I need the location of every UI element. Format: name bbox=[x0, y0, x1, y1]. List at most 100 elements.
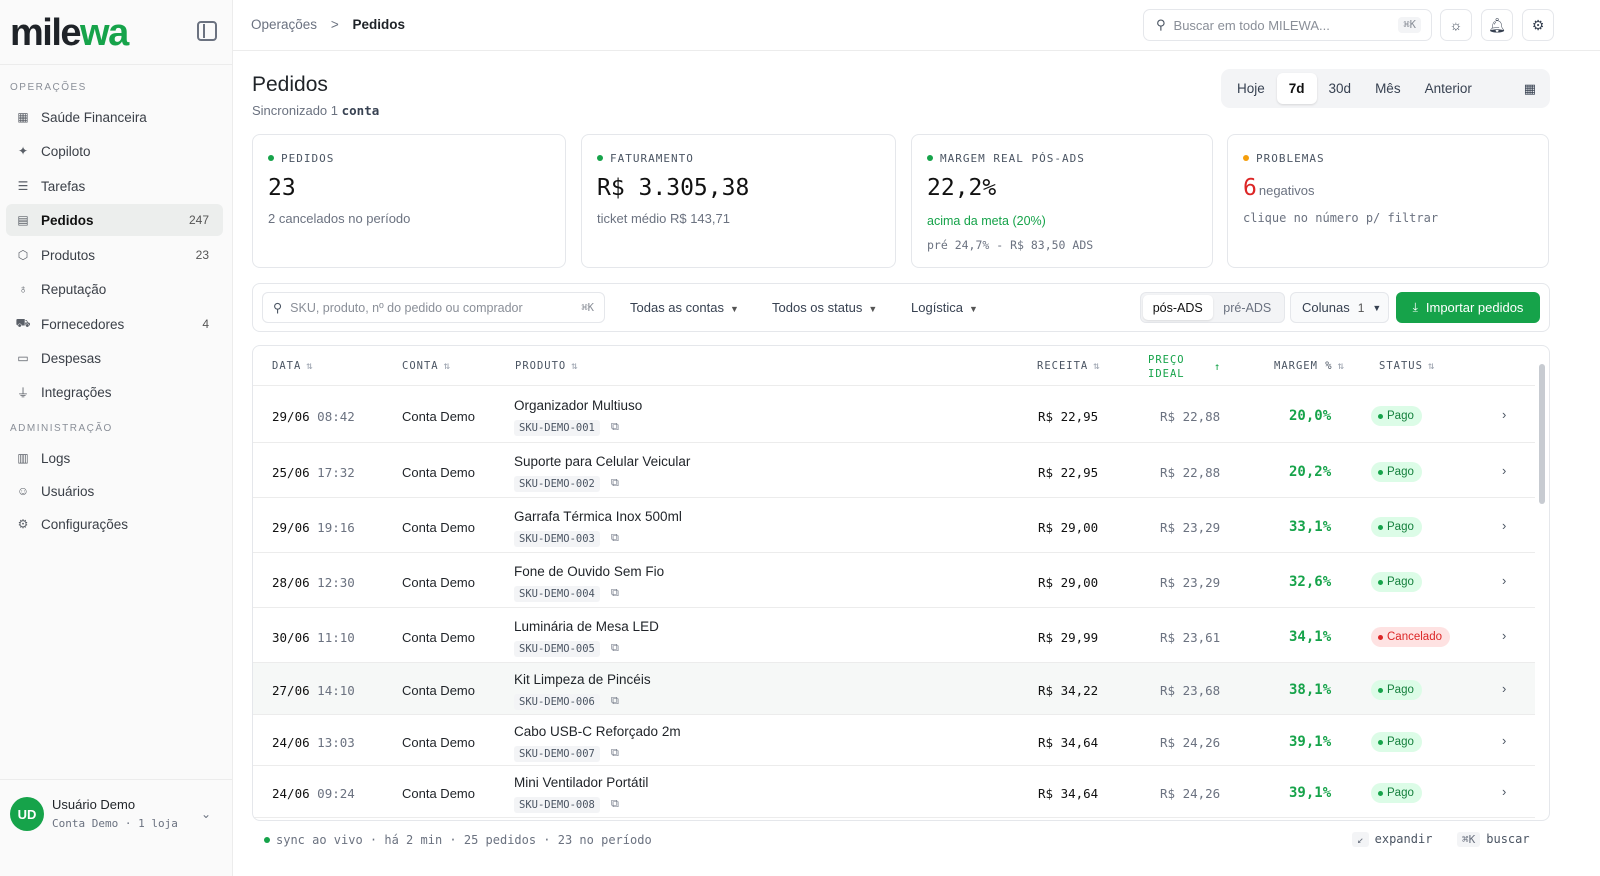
period-hoje[interactable]: Hoje bbox=[1225, 73, 1277, 104]
chevron-down-icon[interactable]: ⌄ bbox=[201, 807, 211, 821]
table-row[interactable]: 29/06 19:16 Conta Demo Garrafa Térmica Ino… bbox=[253, 498, 1535, 553]
chevron-right-icon[interactable]: › bbox=[1502, 681, 1506, 696]
sidebar-item-logs[interactable]: ▥ Logs bbox=[6, 442, 223, 474]
kpi-value: R$ 3.305,38 bbox=[597, 175, 750, 201]
copy-icon[interactable]: ⧉ bbox=[611, 532, 619, 545]
table-row[interactable]: 30/06 11:10 Conta Demo Luminária de Mesa L… bbox=[253, 608, 1535, 663]
cell-product[interactable]: Kit Limpeza de Pincéis bbox=[514, 672, 651, 687]
section-label-admin: ADMINISTRAÇÃO bbox=[10, 423, 113, 434]
cell-product[interactable]: Suporte para Celular Veicular bbox=[514, 454, 690, 469]
settings-button[interactable]: ⚙ bbox=[1522, 9, 1554, 41]
cell-account: Conta Demo bbox=[402, 465, 475, 480]
copy-icon[interactable]: ⧉ bbox=[611, 421, 619, 434]
sidebar-item-saude-financeira[interactable]: ▦ Saúde Financeira bbox=[6, 101, 223, 133]
status-dot bbox=[1378, 790, 1383, 796]
brand-logo[interactable]: milewa bbox=[10, 12, 129, 55]
breadcrumb-parent[interactable]: Operações bbox=[251, 17, 317, 32]
global-search-input[interactable]: ⚲ Buscar em todo MILEWA... ⌘K bbox=[1143, 9, 1432, 41]
sidebar-item-integracoes[interactable]: ⏚ Integrações bbox=[6, 376, 223, 408]
table-row[interactable]: 28/06 12:30 Conta Demo Fone de Ouvido Sem … bbox=[253, 553, 1535, 608]
sync-status: sync ao vivo · há 2 min · 25 pedidos · 2… bbox=[264, 833, 652, 847]
copy-icon[interactable]: ⧉ bbox=[611, 642, 619, 655]
cell-product[interactable]: Luminária de Mesa LED bbox=[514, 619, 659, 634]
status-badge: Pago bbox=[1371, 517, 1422, 537]
logistics-dropdown[interactable]: Logística ▼ bbox=[911, 300, 978, 315]
kpi-card-problemas[interactable]: PROBLEMAS 6 negativos clique no número p/… bbox=[1227, 134, 1549, 268]
chevron-right-icon[interactable]: › bbox=[1502, 628, 1506, 643]
collapse-sidebar-icon[interactable] bbox=[197, 21, 217, 41]
sync-text: Sincronizado 1 bbox=[252, 103, 338, 118]
sidebar-item-reputacao[interactable]: ♁ Reputação bbox=[6, 273, 223, 305]
sidebar-item-fornecedores[interactable]: ⛟ Fornecedores 4 bbox=[6, 308, 223, 340]
table-row[interactable]: 24/06 09:24 Conta Demo Mini Ventilador Por… bbox=[253, 766, 1535, 818]
copy-icon[interactable]: ⧉ bbox=[611, 587, 619, 600]
orders-search-input[interactable]: ⚲ SKU, produto, nº do pedido ou comprado… bbox=[262, 292, 605, 323]
grid-icon: ▦ bbox=[17, 110, 29, 124]
sidebar-item-label: Produtos bbox=[41, 247, 96, 263]
table-row[interactable]: 25/06 17:32 Conta Demo Suporte para Celula… bbox=[253, 443, 1535, 498]
calendar-icon[interactable]: ▦ bbox=[1524, 81, 1536, 97]
period-30d[interactable]: 30d bbox=[1317, 73, 1364, 104]
kpi-label: FATURAMENTO bbox=[597, 152, 694, 165]
checklist-icon: ☰ bbox=[17, 179, 29, 193]
accounts-dropdown[interactable]: Todas as contas ▼ bbox=[630, 300, 739, 315]
col-header-status[interactable]: STATUS ⇅ bbox=[1379, 360, 1435, 372]
status-dot bbox=[927, 155, 933, 161]
sidebar-item-usuarios[interactable]: ☺ Usuários bbox=[6, 475, 223, 507]
cell-sku: SKU-DEMO-006 bbox=[514, 694, 600, 710]
import-orders-button[interactable]: ⤓ Importar pedidos bbox=[1396, 292, 1540, 323]
sidebar-item-despesas[interactable]: ▭ Despesas bbox=[6, 342, 223, 374]
columns-button[interactable]: Colunas 1 ▼ bbox=[1290, 292, 1389, 323]
status-dropdown[interactable]: Todos os status ▼ bbox=[772, 300, 877, 315]
ads-option-pre[interactable]: pré-ADS bbox=[1213, 295, 1283, 320]
expand-button[interactable]: ↙ expandir bbox=[1352, 832, 1432, 847]
chevron-right-icon[interactable]: › bbox=[1502, 573, 1506, 588]
copy-icon[interactable]: ⧉ bbox=[611, 695, 619, 708]
copy-icon[interactable]: ⧉ bbox=[611, 477, 619, 490]
chevron-right-icon[interactable]: › bbox=[1502, 733, 1506, 748]
chevron-right-icon[interactable]: › bbox=[1502, 407, 1506, 422]
search-shortcut[interactable]: ⌘K buscar bbox=[1457, 832, 1530, 847]
period-7d[interactable]: 7d bbox=[1276, 73, 1317, 104]
cell-product[interactable]: Mini Ventilador Portátil bbox=[514, 775, 648, 790]
cell-revenue: R$ 29,00 bbox=[1038, 575, 1099, 590]
cell-revenue: R$ 34,64 bbox=[1038, 786, 1099, 801]
user-menu[interactable]: UD Usuário Demo Conta Demo · 1 loja ⌄ bbox=[0, 779, 233, 876]
cell-margin: 33,1% bbox=[1289, 519, 1332, 535]
cell-product[interactable]: Garrafa Térmica Inox 500ml bbox=[514, 509, 682, 524]
chevron-right-icon[interactable]: › bbox=[1502, 463, 1506, 478]
notifications-button[interactable]: 🔔︎ bbox=[1481, 9, 1513, 41]
cell-revenue: R$ 22,95 bbox=[1038, 465, 1099, 480]
kpi-label: MARGEM REAL PÓS-ADS bbox=[927, 152, 1085, 165]
copy-icon[interactable]: ⧉ bbox=[611, 798, 619, 811]
ads-option-pos[interactable]: pós-ADS bbox=[1143, 295, 1213, 320]
chevron-right-icon[interactable]: › bbox=[1502, 784, 1506, 799]
sidebar: milewa OPERAÇÕES ▦ Saúde Financeira ✦ Co… bbox=[0, 0, 233, 876]
table-row[interactable]: 29/06 08:42 Conta Demo Organizador Multius… bbox=[253, 386, 1535, 443]
sidebar-item-configuracoes[interactable]: ⚙ Configurações bbox=[6, 508, 223, 540]
orders-search-placeholder: SKU, produto, nº do pedido ou comprador bbox=[290, 300, 523, 315]
chevron-right-icon[interactable]: › bbox=[1502, 518, 1506, 533]
col-header-receita[interactable]: RECEITA ⇅ bbox=[1037, 360, 1101, 372]
col-header-conta[interactable]: CONTA ⇅ bbox=[402, 360, 451, 372]
sidebar-item-copiloto[interactable]: ✦ Copiloto bbox=[6, 135, 223, 167]
cell-product[interactable]: Organizador Multiuso bbox=[514, 398, 642, 413]
col-header-margem[interactable]: MARGEM % ⇅ bbox=[1274, 360, 1345, 372]
cell-product[interactable]: Fone de Ouvido Sem Fio bbox=[514, 564, 664, 579]
table-row[interactable]: 27/06 14:10 Conta Demo Kit Limpeza de Pinc… bbox=[253, 663, 1535, 715]
copy-icon[interactable]: ⧉ bbox=[611, 747, 619, 760]
period-anterior[interactable]: Anterior bbox=[1413, 73, 1484, 104]
theme-toggle-button[interactable]: ☼ bbox=[1440, 9, 1472, 41]
sort-icon: ⇅ bbox=[1337, 360, 1345, 372]
col-header-produto[interactable]: PRODUTO ⇅ bbox=[515, 360, 579, 372]
sidebar-item-pedidos[interactable]: ▤ Pedidos 247 bbox=[6, 204, 223, 236]
sidebar-item-produtos[interactable]: ⬡ Produtos 23 bbox=[6, 239, 223, 271]
problem-count[interactable]: 6 bbox=[1243, 175, 1257, 201]
col-header-data[interactable]: DATA ⇅ bbox=[272, 360, 314, 372]
period-mes[interactable]: Mês bbox=[1363, 73, 1413, 104]
sidebar-item-tarefas[interactable]: ☰ Tarefas bbox=[6, 170, 223, 202]
table-row[interactable]: 24/06 13:03 Conta Demo Cabo USB-C Reforçad… bbox=[253, 715, 1535, 766]
scrollbar-thumb[interactable] bbox=[1539, 364, 1545, 504]
cell-product[interactable]: Cabo USB-C Reforçado 2m bbox=[514, 724, 681, 739]
col-header-preco-ideal[interactable]: PREÇO IDEAL ↑ bbox=[1148, 353, 1228, 381]
